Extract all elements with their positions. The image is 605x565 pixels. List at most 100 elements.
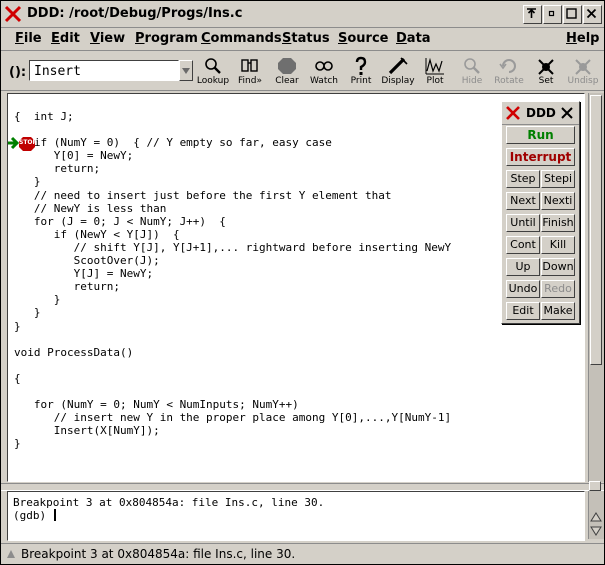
source-window[interactable]: { int J; if (NumY = 0) { // Y empty so f…: [7, 93, 585, 482]
breakpoint-stop-icon[interactable]: STOP: [19, 136, 37, 151]
run-button[interactable]: Run: [506, 126, 575, 144]
lookup-icon: [205, 58, 221, 74]
command-tool-close-icon[interactable]: [560, 106, 574, 120]
scroll-up-icon[interactable]: [590, 511, 602, 523]
find-button[interactable]: Find»: [232, 56, 268, 88]
rotate-icon: [499, 59, 516, 73]
maximize-button[interactable]: [563, 5, 582, 24]
gdb-console[interactable]: Breakpoint 3 at 0x804854a: file Ins.c, l…: [7, 491, 585, 541]
minimize-button[interactable]: [543, 5, 562, 24]
pane-separator: [1, 483, 604, 491]
display-button[interactable]: Display: [380, 56, 416, 88]
argument-history-button[interactable]: [179, 60, 193, 81]
source-line: Y[0] = NewY;: [53, 149, 134, 163]
ddd-logo-icon: [4, 5, 22, 23]
menu-status[interactable]: Status: [282, 31, 330, 46]
source-line: {: [14, 371, 21, 385]
chevron-down-icon: [182, 68, 190, 74]
status-bar: Breakpoint 3 at 0x804854a: file Ins.c, l…: [1, 543, 604, 565]
source-line: // insert new Y in the proper place amon…: [53, 411, 452, 425]
until-button[interactable]: Until: [506, 214, 540, 232]
make-button[interactable]: Make: [541, 302, 575, 320]
set-button[interactable]: Set: [528, 56, 564, 88]
ddd-logo-icon: [506, 106, 520, 120]
menu-bar: File Edit View Program Commands Status S…: [1, 28, 604, 51]
set-icon: [538, 59, 554, 75]
source-scrollbar[interactable]: [588, 93, 604, 482]
kill-button[interactable]: Kill: [541, 236, 575, 254]
hide-button[interactable]: Hide: [454, 56, 490, 88]
hide-icon: [464, 58, 480, 74]
tool-bar: (): Insert Lookup Find» Clear Watch Prin…: [1, 52, 604, 91]
watch-icon: [315, 61, 333, 71]
undo-button[interactable]: Undo: [506, 280, 540, 298]
find-icon: [241, 59, 258, 72]
console-scrollbar[interactable]: [588, 491, 604, 539]
edit-button[interactable]: Edit: [506, 302, 540, 320]
status-expand-icon[interactable]: [6, 549, 16, 559]
source-line: }: [33, 306, 41, 320]
source-line: }: [33, 175, 41, 189]
redo-button[interactable]: Redo: [541, 280, 575, 298]
up-button[interactable]: Up: [506, 258, 540, 276]
next-button[interactable]: Next: [506, 192, 540, 210]
source-line: ScootOver(J);: [73, 254, 160, 268]
title-bar[interactable]: DDD: /root/Debug/Progs/Ins.c: [1, 1, 604, 28]
console-output: Breakpoint 3 at 0x804854a: file Ins.c, l…: [13, 496, 325, 522]
menu-view[interactable]: View: [90, 31, 125, 46]
clear-button[interactable]: Clear: [269, 56, 305, 88]
ddd-window: DDD: /root/Debug/Progs/Ins.c File Edit V…: [0, 0, 605, 565]
close-button[interactable]: [583, 5, 602, 24]
source-line: for (NumY = 0; NumY < NumInputs; NumY++): [33, 398, 299, 412]
down-button[interactable]: Down: [541, 258, 575, 276]
source-line: }: [53, 293, 61, 307]
command-tool: DDD Run Interrupt Step Stepi Next Nexti …: [501, 101, 580, 324]
text-cursor: [53, 509, 56, 521]
menu-file[interactable]: File: [15, 31, 42, 46]
command-tool-title: DDD: [526, 106, 556, 120]
undisp-icon: [575, 59, 591, 75]
source-line: return;: [73, 280, 120, 294]
menu-commands[interactable]: Commands: [201, 31, 282, 46]
menu-data[interactable]: Data: [396, 31, 431, 46]
pin-button[interactable]: [523, 5, 542, 24]
menu-help[interactable]: Help: [566, 31, 599, 46]
menu-program[interactable]: Program: [135, 31, 198, 46]
nexti-button[interactable]: Nexti: [541, 192, 575, 210]
plot-button[interactable]: Plot: [417, 56, 453, 88]
stepi-button[interactable]: Stepi: [541, 170, 575, 188]
step-button[interactable]: Step: [506, 170, 540, 188]
maximize-icon: [566, 8, 577, 19]
interrupt-button[interactable]: Interrupt: [506, 148, 575, 166]
print-icon: [355, 56, 367, 75]
undisp-button[interactable]: Undisp: [565, 56, 601, 88]
stop-clear-icon: [278, 58, 296, 74]
source-line: Y[J] = NewY;: [73, 267, 154, 281]
source-line: if (NumY = 0) { // Y empty so far, easy …: [33, 136, 332, 150]
source-line: return;: [53, 162, 101, 176]
source-line: }: [14, 319, 21, 333]
rotate-button[interactable]: Rotate: [491, 56, 527, 88]
pane-sash[interactable]: [589, 481, 601, 491]
plot-icon: [425, 57, 444, 75]
source-line: // NewY is less than: [33, 201, 167, 215]
close-icon: [586, 8, 597, 19]
source-line: Insert(X[NumY]);: [53, 424, 160, 438]
watch-button[interactable]: Watch: [306, 56, 342, 88]
menu-source[interactable]: Source: [338, 31, 389, 46]
source-code: { int J; if (NumY = 0) { // Y empty so f…: [14, 110, 451, 450]
pin-icon: [527, 8, 536, 18]
command-tool-title-bar[interactable]: DDD: [502, 102, 579, 125]
cont-button[interactable]: Cont: [506, 236, 540, 254]
source-scrollbar-thumb[interactable]: [590, 95, 602, 365]
status-message: Breakpoint 3 at 0x804854a: file Ins.c, l…: [21, 547, 296, 561]
argument-input[interactable]: Insert: [29, 60, 179, 81]
menu-edit[interactable]: Edit: [51, 31, 80, 46]
finish-button[interactable]: Finish: [541, 214, 575, 232]
print-button[interactable]: Print: [343, 56, 379, 88]
scroll-down-icon[interactable]: [590, 525, 602, 537]
source-line: }: [14, 437, 21, 451]
lookup-button[interactable]: Lookup: [195, 56, 231, 88]
argument-label: ():: [9, 65, 27, 80]
source-line: if (NewY < Y[J]) {: [53, 227, 180, 241]
